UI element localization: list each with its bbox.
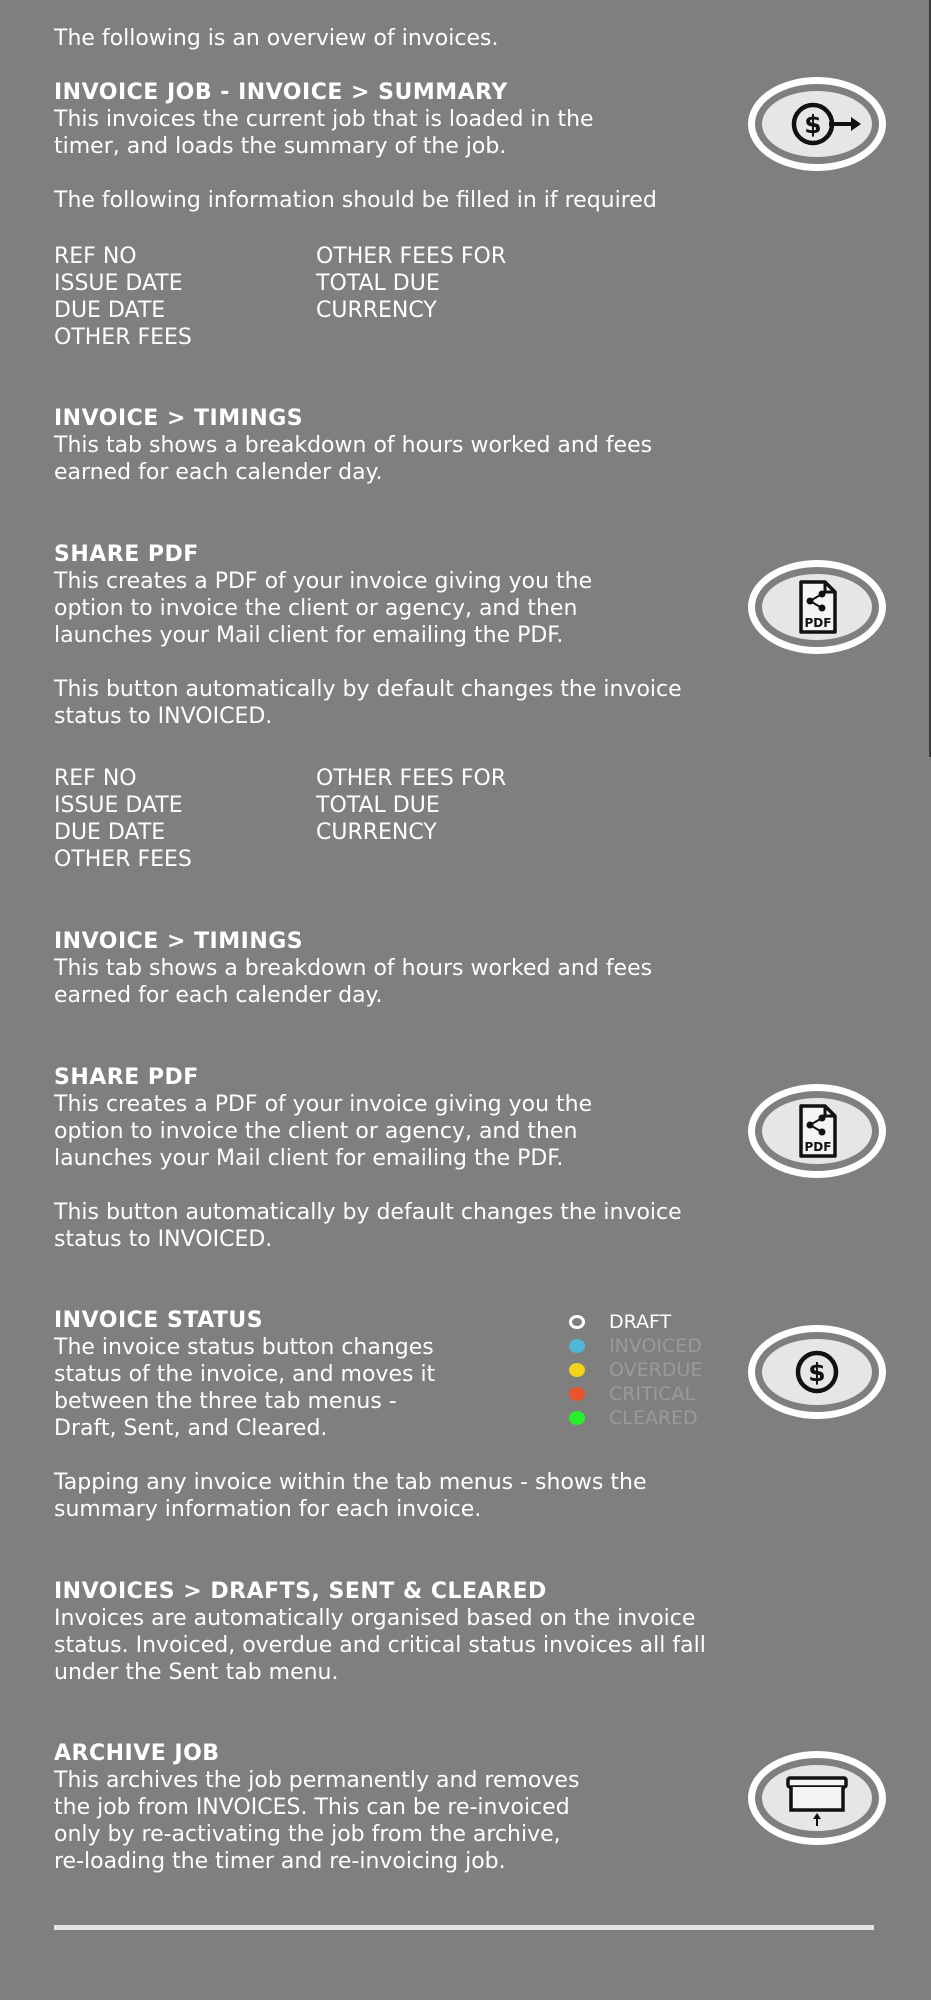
field-label: DUE DATE xyxy=(54,820,166,845)
drafts-sent-cleared-title: INVOICES > DRAFTS, SENT & CLEARED xyxy=(54,1579,547,1604)
status-dot-overdue xyxy=(569,1363,585,1377)
field-label: ISSUE DATE xyxy=(54,271,183,296)
share-pdf-button[interactable]: PDF xyxy=(748,1084,886,1178)
archive-job-title: ARCHIVE JOB xyxy=(54,1741,220,1766)
archive-box-icon xyxy=(786,1776,848,1826)
share-pdf-desc-line: option to invoice the client or agency, … xyxy=(54,1119,578,1144)
bottom-divider xyxy=(54,1925,874,1930)
invoice-status-desc-line: The invoice status button changes xyxy=(54,1335,434,1360)
svg-text:PDF: PDF xyxy=(805,616,832,630)
share-pdf-note-line: status to INVOICED. xyxy=(54,704,273,729)
pdf-share-icon: PDF xyxy=(799,1104,837,1158)
invoice-status-note-line: summary information for each invoice. xyxy=(54,1497,482,1522)
invoice-overview-page: The following is an overview of invoices… xyxy=(0,0,931,2000)
invoice-job-desc-line: This invoices the current job that is lo… xyxy=(54,107,594,132)
invoice-status-desc-line: between the three tab menus - xyxy=(54,1389,397,1414)
share-pdf-note-line: This button automatically by default cha… xyxy=(54,1200,682,1225)
invoice-job-button[interactable]: $ xyxy=(748,77,886,171)
timings-title: INVOICE > TIMINGS xyxy=(54,929,304,954)
invoice-job-title: INVOICE JOB - INVOICE > SUMMARY xyxy=(54,80,508,105)
share-pdf-note-line: This button automatically by default cha… xyxy=(54,677,682,702)
field-label: ISSUE DATE xyxy=(54,793,183,818)
status-dot-critical xyxy=(569,1387,585,1401)
field-label: REF NO xyxy=(54,244,137,269)
share-pdf-desc-line: launches your Mail client for emailing t… xyxy=(54,1146,564,1171)
field-label: CURRENCY xyxy=(316,820,437,845)
status-dot-invoiced xyxy=(569,1339,585,1353)
field-label: OTHER FEES xyxy=(54,325,192,350)
svg-text:PDF: PDF xyxy=(805,1140,832,1154)
share-pdf-note-line: status to INVOICED. xyxy=(54,1227,273,1252)
status-dot-cleared xyxy=(569,1411,585,1425)
dollar-arrow-icon: $ xyxy=(791,102,861,146)
field-label: REF NO xyxy=(54,766,137,791)
share-pdf-desc-line: launches your Mail client for emailing t… xyxy=(54,623,564,648)
share-pdf-title: SHARE PDF xyxy=(54,542,199,567)
share-pdf-button[interactable]: PDF xyxy=(748,560,886,654)
field-label: OTHER FEES xyxy=(54,847,192,872)
archive-job-button[interactable] xyxy=(748,1751,886,1845)
timings-desc-line: This tab shows a breakdown of hours work… xyxy=(54,956,653,981)
field-label: OTHER FEES FOR xyxy=(316,766,507,791)
drafts-desc-line: status. Invoiced, overdue and critical s… xyxy=(54,1633,706,1658)
invoice-job-note: The following information should be fill… xyxy=(54,188,657,213)
archive-desc-line: re-loading the timer and re-invoicing jo… xyxy=(54,1849,506,1874)
drafts-desc-line: Invoices are automatically organised bas… xyxy=(54,1606,696,1631)
invoice-job-desc-line: timer, and loads the summary of the job. xyxy=(54,134,507,159)
invoice-status-title: INVOICE STATUS xyxy=(54,1308,264,1333)
archive-desc-line: This archives the job permanently and re… xyxy=(54,1768,580,1793)
invoice-status-note-line: Tapping any invoice within the tab menus… xyxy=(54,1470,647,1495)
svg-text:$: $ xyxy=(808,1358,825,1387)
intro-text: The following is an overview of invoices… xyxy=(54,26,499,51)
archive-desc-line: only by re-activating the job from the a… xyxy=(54,1822,561,1847)
share-pdf-desc-line: This creates a PDF of your invoice givin… xyxy=(54,1092,593,1117)
timings-title: INVOICE > TIMINGS xyxy=(54,406,304,431)
share-pdf-title: SHARE PDF xyxy=(54,1065,199,1090)
share-pdf-desc-line: option to invoice the client or agency, … xyxy=(54,596,578,621)
field-label: TOTAL DUE xyxy=(316,271,440,296)
share-pdf-desc-line: This creates a PDF of your invoice givin… xyxy=(54,569,593,594)
field-label: TOTAL DUE xyxy=(316,793,440,818)
svg-text:$: $ xyxy=(804,110,821,139)
field-label: CURRENCY xyxy=(316,298,437,323)
pdf-share-icon: PDF xyxy=(799,580,837,634)
invoice-status-button[interactable]: $ xyxy=(748,1325,886,1419)
status-dot-draft xyxy=(569,1315,585,1329)
archive-desc-line: the job from INVOICES. This can be re-in… xyxy=(54,1795,570,1820)
timings-desc-line: earned for each calender day. xyxy=(54,460,383,485)
timings-desc-line: This tab shows a breakdown of hours work… xyxy=(54,433,653,458)
timings-desc-line: earned for each calender day. xyxy=(54,983,383,1008)
field-label: OTHER FEES FOR xyxy=(316,244,507,269)
invoice-status-desc-line: status of the invoice, and moves it xyxy=(54,1362,436,1387)
invoice-status-desc-line: Draft, Sent, and Cleared. xyxy=(54,1416,328,1441)
field-label: DUE DATE xyxy=(54,298,166,323)
drafts-desc-line: under the Sent tab menu. xyxy=(54,1660,339,1685)
dollar-icon: $ xyxy=(795,1350,839,1394)
